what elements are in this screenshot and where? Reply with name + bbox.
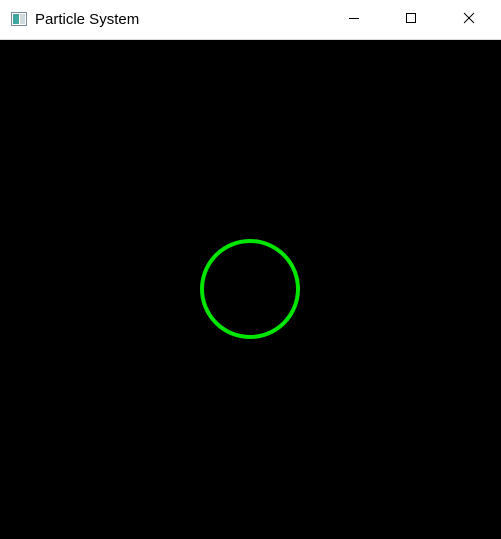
maximize-icon <box>405 11 417 29</box>
render-canvas[interactable] <box>0 40 501 539</box>
particle-canvas <box>200 239 300 339</box>
window-title: Particle System <box>35 11 140 28</box>
minimize-icon <box>348 11 360 29</box>
maximize-button[interactable] <box>382 0 440 40</box>
minimize-button[interactable] <box>325 0 383 40</box>
particle-ring <box>200 239 300 339</box>
title-bar[interactable]: Particle System <box>0 0 501 40</box>
app-window: Particle System <box>0 0 501 539</box>
close-icon <box>463 11 475 29</box>
app-window-icon <box>11 12 27 26</box>
close-button[interactable] <box>440 0 498 40</box>
